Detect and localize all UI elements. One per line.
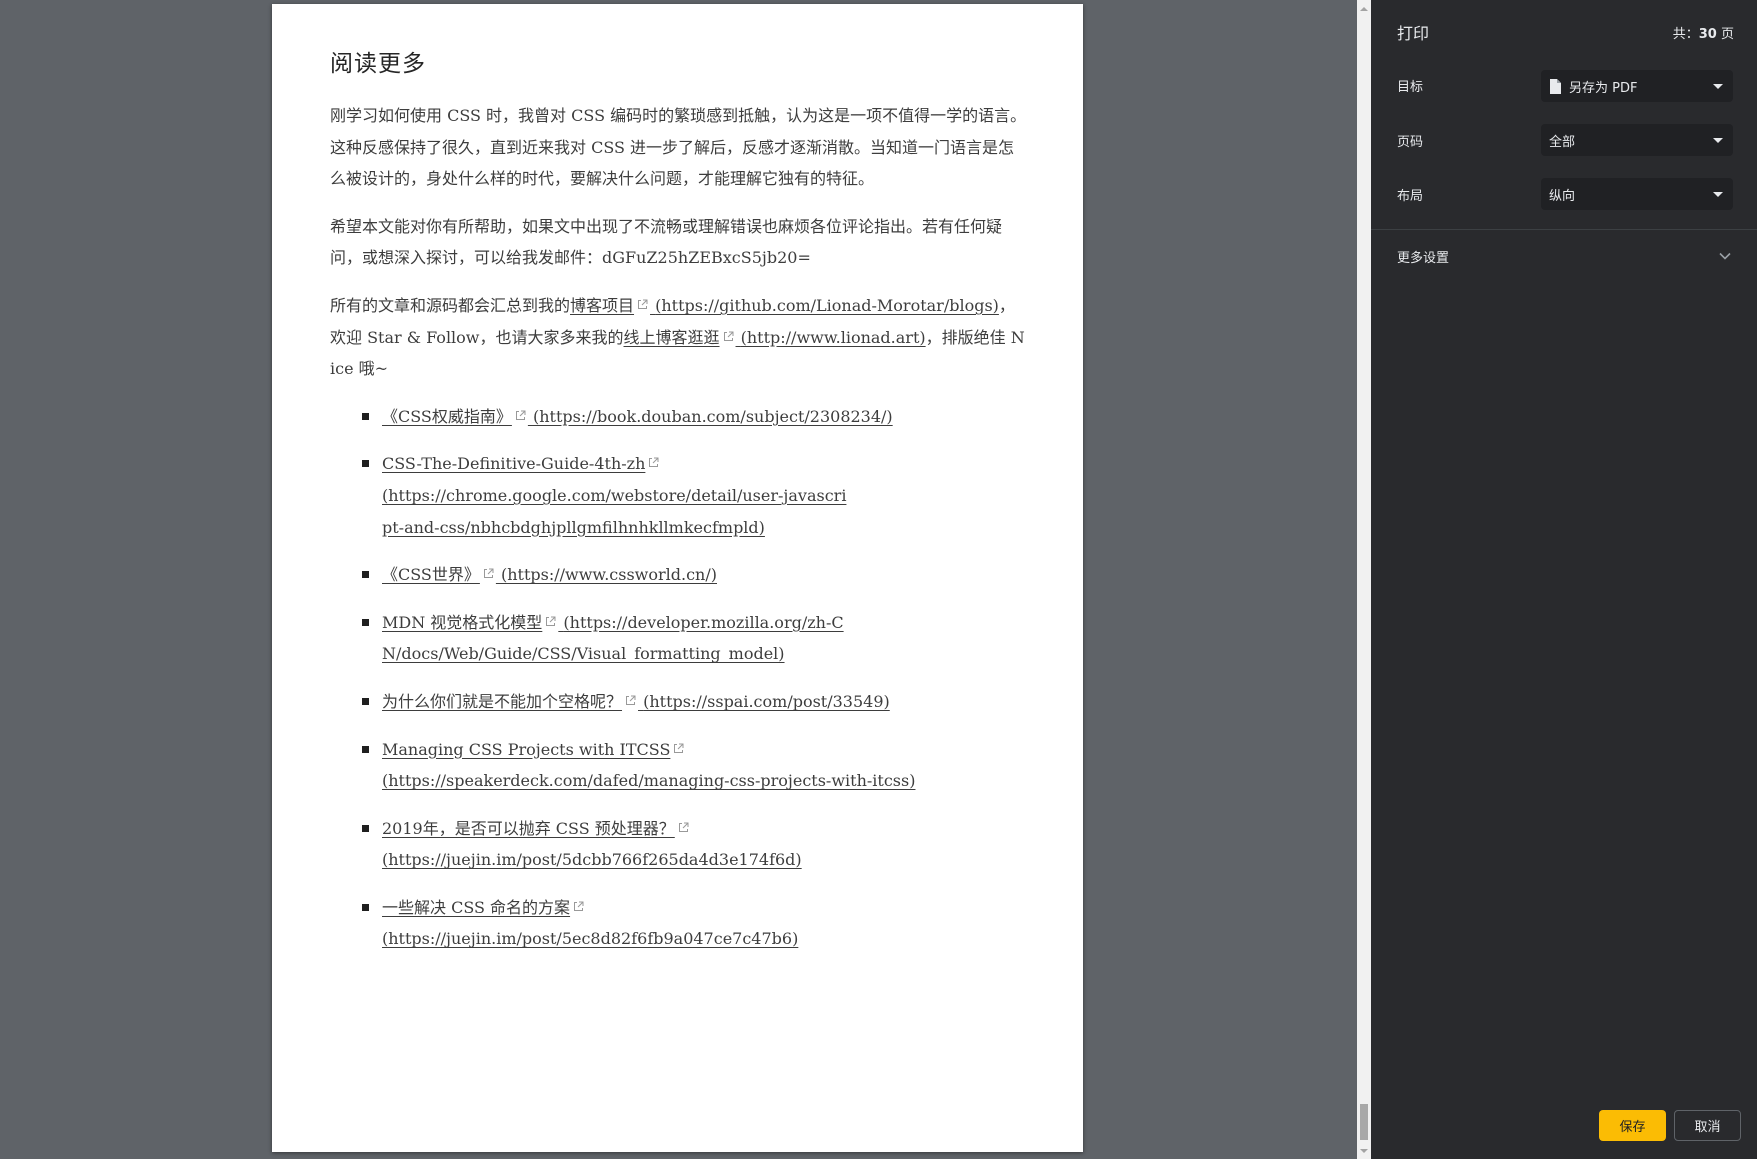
reference-url: (https://www.cssworld.cn/)	[500, 565, 717, 585]
reference-link[interactable]: 2019年，是否可以抛弃 CSS 预处理器？ (https://juejin.im…	[382, 819, 1027, 876]
online-blog-link[interactable]: 线上博客逛逛 (http://www.lionad.art)	[624, 328, 926, 347]
print-preview-window: 阅读更多 刚学习如何使用 CSS 时，我曾对 CSS 编码时的繁琐感到抵触，认为…	[0, 0, 1757, 1159]
reference-item: MDN 视觉格式化模型 (https://developer.mozilla.o…	[362, 607, 852, 670]
pages-value: 全部	[1549, 134, 1576, 150]
external-link-icon	[648, 457, 659, 468]
reference-link[interactable]: MDN 视觉格式化模型 (https://developer.mozilla.o…	[382, 613, 844, 664]
external-link-icon	[573, 901, 584, 912]
dropdown-caret-icon	[1713, 137, 1723, 143]
panel-title: 打印	[1397, 24, 1430, 43]
reference-url: (https://sspai.com/post/33549)	[643, 691, 890, 711]
cancel-button[interactable]: 取消	[1674, 1110, 1741, 1141]
reference-item: Managing CSS Projects with ITCSS (https:/…	[362, 734, 1027, 797]
reference-link[interactable]: Managing CSS Projects with ITCSS (https:/…	[382, 740, 1027, 797]
reference-item: 2019年，是否可以抛弃 CSS 预处理器？ (https://juejin.im…	[362, 813, 1027, 876]
bullet	[362, 460, 369, 468]
reference-link[interactable]: 《CSS权威指南》 (https://book.douban.com/subje…	[382, 407, 893, 426]
reference-title: 为什么你们就是不能加个空格呢？	[382, 691, 623, 711]
blog-text-before: 所有的文章和源码都会汇总到我的	[330, 295, 571, 315]
reference-url: (https://juejin.im/post/5ec8d82f6fb9a047…	[382, 929, 799, 949]
external-link-icon	[625, 695, 636, 706]
reference-link[interactable]: 一些解决 CSS 命名的方案 (https://juejin.im/post/5e…	[382, 898, 1027, 955]
external-link-icon	[723, 331, 734, 342]
layout-label: 布局	[1397, 189, 1424, 204]
scroll-up-arrow-icon[interactable]	[1357, 0, 1371, 17]
destination-select[interactable]: 另存为 PDF	[1541, 70, 1733, 102]
layout-select[interactable]: 纵向	[1541, 178, 1733, 210]
reference-item: 《CSS世界》 (https://www.cssworld.cn/)	[362, 559, 1027, 591]
chevron-down-icon	[1719, 252, 1731, 260]
reference-item: 一些解决 CSS 命名的方案 (https://juejin.im/post/5e…	[362, 892, 1027, 955]
scrollbar-thumb[interactable]	[1360, 1104, 1368, 1140]
reference-url: (https://book.douban.com/subject/2308234…	[532, 406, 893, 426]
reference-link[interactable]: CSS-The-Definitive-Guide-4th-zh (https://…	[382, 454, 1027, 543]
save-button[interactable]: 保存	[1599, 1110, 1666, 1141]
paragraph-blog: 所有的文章和源码都会汇总到我的博客项目 (https://github.com/…	[330, 290, 1027, 385]
external-link-icon	[637, 299, 648, 310]
external-link-icon	[678, 822, 689, 833]
reference-title: CSS-The-Definitive-Guide-4th-zh	[382, 454, 646, 474]
bullet	[362, 745, 369, 753]
paragraph-feedback: 希望本文能对你有所帮助，如果文中出现了不流畅或理解错误也麻烦各位评论指出。若有任…	[330, 216, 1003, 268]
bullet	[362, 903, 369, 911]
bullet	[362, 824, 369, 832]
bullet	[362, 571, 369, 579]
sheet-count-value: 30	[1698, 27, 1717, 42]
print-settings-panel: 打印 共：30 页 目标 另存为 PDF 页码 全部 布局 纵向 更多设置 保存…	[1371, 0, 1757, 1159]
sheet-count: 共：30 页	[1673, 23, 1734, 42]
divider	[1371, 229, 1757, 230]
external-link-icon	[515, 410, 526, 421]
online-blog-link-url: (http://www.lionad.art)	[740, 327, 926, 347]
reference-url: (https://juejin.im/post/5dcbb766f265da4d…	[382, 850, 802, 870]
reference-list: 《CSS权威指南》 (https://book.douban.com/subje…	[330, 401, 1027, 955]
bullet	[362, 618, 369, 626]
bullet	[362, 412, 369, 420]
reference-title: 一些解决 CSS 命名的方案	[382, 897, 571, 917]
reference-url: (https://chrome.google.com/webstore/deta…	[382, 485, 847, 537]
bullet	[362, 697, 369, 705]
blog-project-link[interactable]: 博客项目 (https://github.com/Lionad-Morotar/…	[570, 296, 999, 315]
reference-url: (https://speakerdeck.com/dafed/managing-…	[382, 771, 916, 791]
more-settings-label: 更多设置	[1397, 250, 1450, 266]
file-icon	[1549, 78, 1561, 94]
preview-scrollbar[interactable]	[1357, 0, 1371, 1159]
reference-item: CSS-The-Definitive-Guide-4th-zh (https://…	[362, 448, 1027, 543]
preview-page: 阅读更多 刚学习如何使用 CSS 时，我曾对 CSS 编码时的繁琐感到抵触，认为…	[272, 4, 1083, 1152]
destination-value: 另存为 PDF	[1569, 80, 1638, 96]
blog-project-link-url: (https://github.com/Lionad-Morotar/blogs…	[655, 295, 999, 315]
more-settings-toggle[interactable]: 更多设置	[1397, 246, 1733, 266]
reference-item: 为什么你们就是不能加个空格呢？ (https://sspai.com/post/…	[362, 686, 1027, 718]
blog-project-link-text: 博客项目	[570, 295, 635, 315]
online-blog-link-text: 线上博客逛逛	[623, 327, 720, 347]
pages-label: 页码	[1397, 135, 1424, 150]
preview-area: 阅读更多 刚学习如何使用 CSS 时，我曾对 CSS 编码时的繁琐感到抵触，认为…	[0, 0, 1357, 1159]
reference-title: Managing CSS Projects with ITCSS	[382, 739, 671, 759]
reference-item: 《CSS权威指南》 (https://book.douban.com/subje…	[362, 401, 1027, 433]
layout-value: 纵向	[1549, 188, 1576, 204]
dropdown-caret-icon	[1713, 191, 1723, 197]
reference-link[interactable]: 为什么你们就是不能加个空格呢？ (https://sspai.com/post/…	[382, 692, 890, 711]
reference-title: 《CSS权威指南》	[382, 406, 512, 426]
paragraph-intro: 刚学习如何使用 CSS 时，我曾对 CSS 编码时的繁琐感到抵触，认为这是一项不…	[330, 106, 1027, 189]
pages-select[interactable]: 全部	[1541, 124, 1733, 156]
page-heading: 阅读更多	[330, 51, 426, 77]
sheet-count-prefix: 共：	[1672, 27, 1699, 42]
external-link-icon	[483, 568, 494, 579]
reference-title: 2019年，是否可以抛弃 CSS 预处理器？	[382, 818, 675, 838]
external-link-icon	[673, 743, 684, 754]
reference-link[interactable]: 《CSS世界》 (https://www.cssworld.cn/)	[382, 565, 717, 584]
destination-label: 目标	[1397, 80, 1424, 95]
reference-title: 《CSS世界》	[382, 565, 480, 585]
dropdown-caret-icon	[1713, 83, 1723, 89]
external-link-icon	[545, 616, 556, 627]
sheet-count-suffix: 页	[1716, 27, 1734, 42]
reference-title: MDN 视觉格式化模型	[382, 612, 543, 632]
scroll-down-arrow-icon[interactable]	[1357, 1142, 1371, 1159]
